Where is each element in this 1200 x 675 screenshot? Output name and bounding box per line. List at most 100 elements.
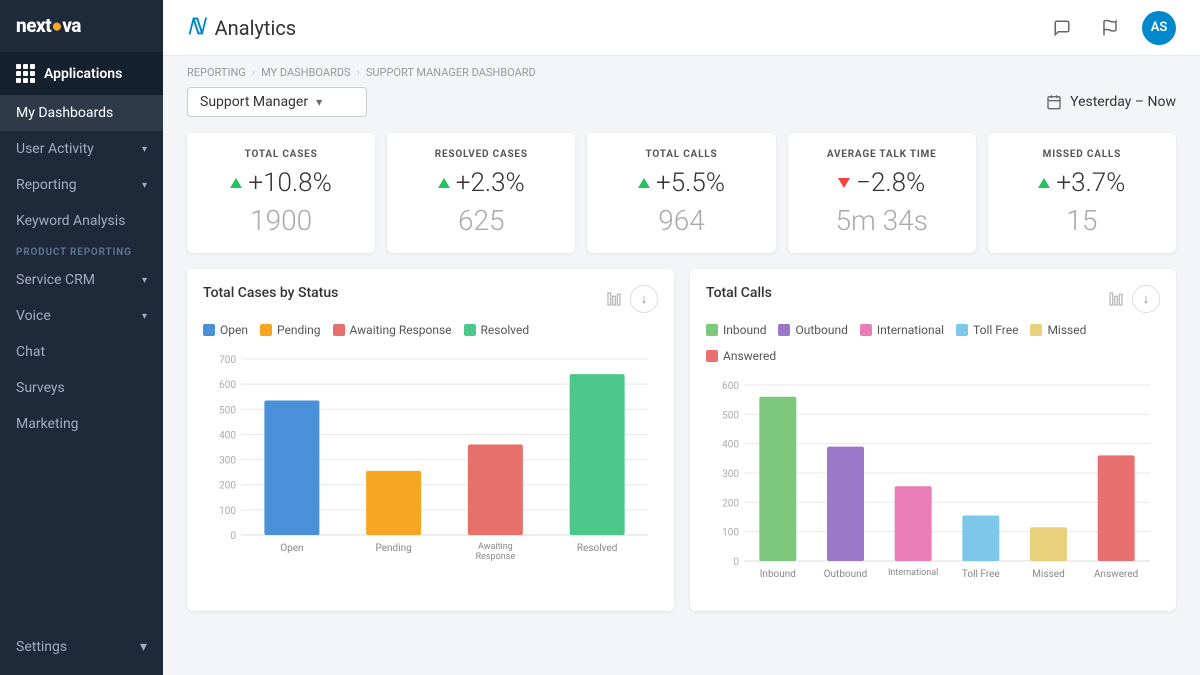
apps-menu[interactable]: Applications — [0, 52, 163, 95]
sidebar-item-label: Voice — [16, 308, 51, 324]
sidebar-item-marketing[interactable]: Marketing — [0, 406, 163, 442]
stat-change: +10.8% — [201, 168, 361, 198]
product-reporting-section: PRODUCT REPORTING — [0, 239, 163, 262]
sidebar: next●va Applications My Dashboards User … — [0, 0, 163, 675]
legend-color — [260, 324, 272, 336]
arrow-up-icon — [230, 178, 242, 188]
sidebar-item-label: User Activity — [16, 141, 94, 157]
svg-text:400: 400 — [722, 440, 739, 451]
sidebar-item-voice[interactable]: Voice ▾ — [0, 298, 163, 334]
sidebar-item-reporting[interactable]: Reporting ▾ — [0, 167, 163, 203]
chart-cases-by-status: Total Cases by Status ↓ Open Pending Awa… — [187, 269, 674, 611]
legend-label: Open — [220, 323, 248, 337]
sidebar-item-keyword-analysis[interactable]: Keyword Analysis — [0, 203, 163, 239]
topbar-right: AS — [1046, 11, 1176, 45]
svg-text:0: 0 — [733, 557, 739, 568]
sidebar-item-label: Chat — [16, 344, 45, 360]
stat-card-missed-calls: MISSED CALLS +3.7% 15 — [988, 133, 1176, 253]
settings-item[interactable]: Settings ▾ — [16, 629, 147, 665]
apps-label: Applications — [44, 66, 122, 82]
stat-card-resolved-cases: RESOLVED CASES +2.3% 625 — [387, 133, 575, 253]
svg-text:Outbound: Outbound — [824, 569, 868, 580]
legend-label: Pending — [277, 323, 321, 337]
date-range-picker[interactable]: Yesterday – Now — [1046, 94, 1176, 110]
stat-label: AVERAGE TALK TIME — [802, 149, 962, 160]
stat-value: 1900 — [201, 204, 361, 237]
svg-text:500: 500 — [722, 410, 739, 421]
dashboard-name: Support Manager — [200, 94, 308, 110]
legend-label: Outbound — [795, 323, 847, 337]
stat-cards: TOTAL CASES +10.8% 1900 RESOLVED CASES +… — [187, 133, 1176, 253]
sidebar-item-my-dashboards[interactable]: My Dashboards — [0, 95, 163, 131]
legend-color — [333, 324, 345, 336]
stat-pct: +10.8% — [248, 168, 331, 198]
download-button[interactable]: ↓ — [630, 285, 658, 313]
svg-text:600: 600 — [722, 381, 739, 392]
charts-row: Total Cases by Status ↓ Open Pending Awa… — [187, 269, 1176, 611]
stat-change: +3.7% — [1002, 168, 1162, 198]
sidebar-item-chat[interactable]: Chat — [0, 334, 163, 370]
legend-outbound: Outbound — [778, 323, 847, 337]
svg-text:500: 500 — [219, 405, 236, 416]
content-area: REPORTING › MY DASHBOARDS › SUPPORT MANA… — [163, 56, 1200, 675]
chat-icon-btn[interactable] — [1046, 12, 1078, 44]
dashboard-selector[interactable]: Support Manager ▾ — [187, 87, 367, 117]
sidebar-nav: My Dashboards User Activity ▾ Reporting … — [0, 95, 163, 619]
stat-pct: +3.7% — [1056, 168, 1125, 198]
svg-text:Pending: Pending — [375, 543, 411, 554]
sidebar-item-label: Surveys — [16, 380, 65, 396]
download-button[interactable]: ↓ — [1132, 285, 1160, 313]
stat-card-total-cases: TOTAL CASES +10.8% 1900 — [187, 133, 375, 253]
breadcrumb-my-dashboards: MY DASHBOARDS — [261, 66, 350, 79]
svg-text:100: 100 — [722, 528, 739, 539]
chart-legend: Open Pending Awaiting Response Resolved — [203, 323, 658, 337]
sidebar-item-user-activity[interactable]: User Activity ▾ — [0, 131, 163, 167]
legend-inbound: Inbound — [706, 323, 766, 337]
chart-legend: Inbound Outbound International Toll Free… — [706, 323, 1160, 363]
toolbar-row: Support Manager ▾ Yesterday – Now — [187, 87, 1176, 117]
breadcrumb: REPORTING › MY DASHBOARDS › SUPPORT MANA… — [187, 56, 1176, 87]
breadcrumb-reporting: REPORTING — [187, 66, 246, 79]
svg-text:International: International — [888, 568, 938, 578]
stat-card-total-calls: TOTAL CALLS +5.5% 964 — [587, 133, 775, 253]
legend-color — [203, 324, 215, 336]
main-content: ℕ Analytics AS REPORTING › MY DASHBOARDS… — [163, 0, 1200, 675]
chart-header: Total Calls ↓ — [706, 285, 1160, 313]
flag-icon-btn[interactable] — [1094, 12, 1126, 44]
user-avatar[interactable]: AS — [1142, 11, 1176, 45]
apps-grid-icon — [16, 64, 34, 83]
stat-label: TOTAL CALLS — [601, 149, 761, 160]
sidebar-item-surveys[interactable]: Surveys — [0, 370, 163, 406]
legend-color — [778, 324, 790, 336]
legend-label: Inbound — [723, 323, 766, 337]
svg-text:400: 400 — [219, 430, 236, 441]
legend-color — [1030, 324, 1042, 336]
arrow-down-icon — [838, 178, 850, 188]
analytics-icon: ℕ — [187, 15, 205, 40]
stat-change: +5.5% — [601, 168, 761, 198]
legend-color — [706, 324, 718, 336]
chart-header: Total Cases by Status ↓ — [203, 285, 658, 313]
arrow-up-icon — [438, 178, 450, 188]
legend-international: International — [860, 323, 944, 337]
legend-toll-free: Toll Free — [956, 323, 1018, 337]
svg-text:0: 0 — [230, 531, 236, 542]
stat-label: RESOLVED CASES — [401, 149, 561, 160]
bar-chart-cases: 0100200300400500600700OpenPendingAwaitin… — [203, 349, 658, 569]
chart-title: Total Cases by Status — [203, 285, 338, 301]
legend-pending: Pending — [260, 323, 321, 337]
sidebar-item-service-crm[interactable]: Service CRM ▾ — [0, 262, 163, 298]
legend-missed: Missed — [1030, 323, 1086, 337]
svg-text:200: 200 — [219, 481, 236, 492]
legend-color — [956, 324, 968, 336]
page-title: Analytics — [215, 16, 297, 40]
date-range-label: Yesterday – Now — [1070, 94, 1176, 110]
sidebar-item-label: Reporting — [16, 177, 77, 193]
svg-text:Toll Free: Toll Free — [962, 569, 1000, 580]
legend-color — [706, 350, 718, 362]
legend-label: Resolved — [481, 323, 530, 337]
stat-label: MISSED CALLS — [1002, 149, 1162, 160]
svg-text:200: 200 — [722, 498, 739, 509]
stat-change: −2.8% — [802, 168, 962, 198]
legend-label: International — [877, 323, 944, 337]
